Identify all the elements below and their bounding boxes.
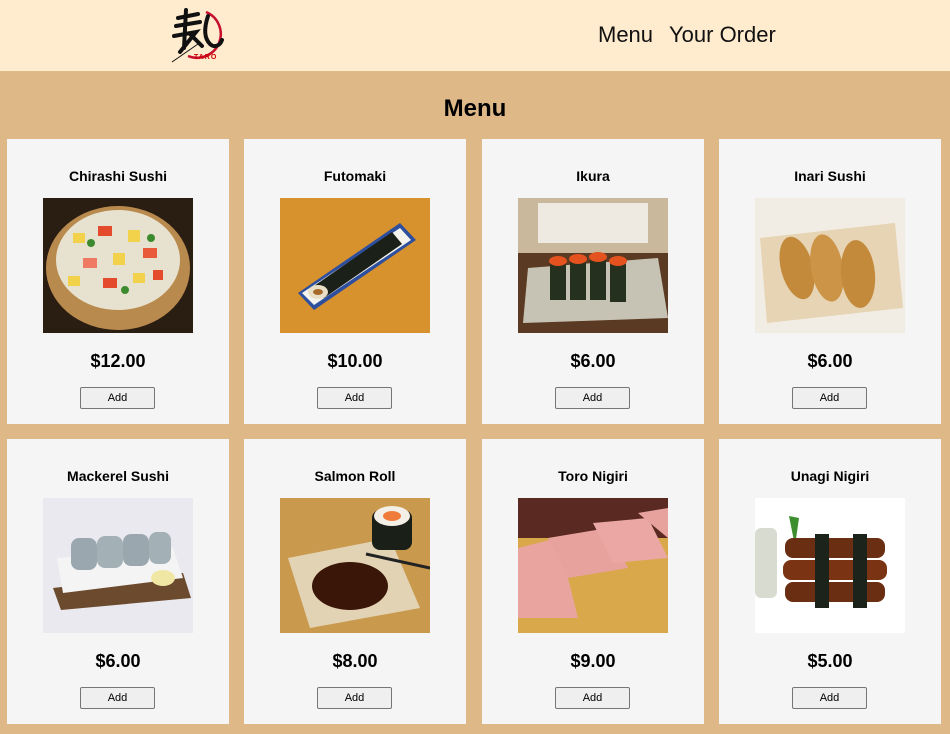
- item-image-chirashi-sushi: [43, 198, 193, 333]
- item-name: Ikura: [576, 168, 610, 184]
- item-name: Chirashi Sushi: [68, 168, 168, 184]
- logo-text: TARO: [194, 54, 218, 61]
- item-name: Inari Sushi: [794, 168, 866, 184]
- item-image-mackerel-sushi: [43, 498, 193, 633]
- item-price: $6.00: [95, 651, 141, 671]
- item-image-toro-nigiri: [518, 498, 668, 633]
- item-price: $5.00: [807, 651, 853, 671]
- item-image-unagi-nigiri: [755, 498, 905, 633]
- menu-card-toro-nigiri: Toro Nigiri $9.00 Add: [482, 439, 704, 724]
- nav-menu-link[interactable]: Menu: [598, 22, 653, 48]
- add-button-inari-sushi[interactable]: Add: [792, 387, 867, 409]
- item-price: $12.00: [90, 351, 146, 371]
- item-price: $6.00: [807, 351, 853, 371]
- item-price: $6.00: [570, 351, 616, 371]
- logo[interactable]: TARO: [168, 4, 230, 66]
- menu-card-ikura: Ikura $6.00 Add: [482, 139, 704, 424]
- add-button-mackerel-sushi[interactable]: Add: [80, 687, 155, 709]
- menu-card-chirashi-sushi: Chirashi Sushi $12.00 Add: [7, 139, 229, 424]
- item-price: $8.00: [332, 651, 378, 671]
- add-button-chirashi-sushi[interactable]: Add: [80, 387, 155, 409]
- add-button-unagi-nigiri[interactable]: Add: [792, 687, 867, 709]
- menu-card-unagi-nigiri: Unagi Nigiri $5.00 Add: [719, 439, 941, 724]
- menu-card-mackerel-sushi: Mackerel Sushi $6.00 Add: [7, 439, 229, 724]
- item-image-inari-sushi: [755, 198, 905, 333]
- item-image-salmon-roll: [280, 498, 430, 633]
- menu-card-salmon-roll: Salmon Roll $8.00 Add: [244, 439, 466, 724]
- item-name: Unagi Nigiri: [790, 468, 870, 484]
- item-name: Mackerel Sushi: [67, 468, 169, 484]
- nav-your-order-link[interactable]: Your Order: [669, 22, 776, 48]
- add-button-futomaki[interactable]: Add: [317, 387, 392, 409]
- add-button-salmon-roll[interactable]: Add: [317, 687, 392, 709]
- add-button-toro-nigiri[interactable]: Add: [555, 687, 630, 709]
- item-image-ikura: [518, 198, 668, 333]
- item-name: Toro Nigiri: [558, 468, 628, 484]
- header-bar: TARO Menu Your Order: [0, 0, 950, 71]
- menu-card-inari-sushi: Inari Sushi $6.00 Add: [719, 139, 941, 424]
- item-name: Salmon Roll: [314, 468, 396, 484]
- item-price: $10.00: [327, 351, 383, 371]
- item-name: Futomaki: [323, 168, 387, 184]
- menu-card-futomaki: Futomaki $10.00 Add: [244, 139, 466, 424]
- add-button-ikura[interactable]: Add: [555, 387, 630, 409]
- item-image-futomaki: [280, 198, 430, 333]
- item-price: $9.00: [570, 651, 616, 671]
- page-title: Menu: [443, 95, 507, 122]
